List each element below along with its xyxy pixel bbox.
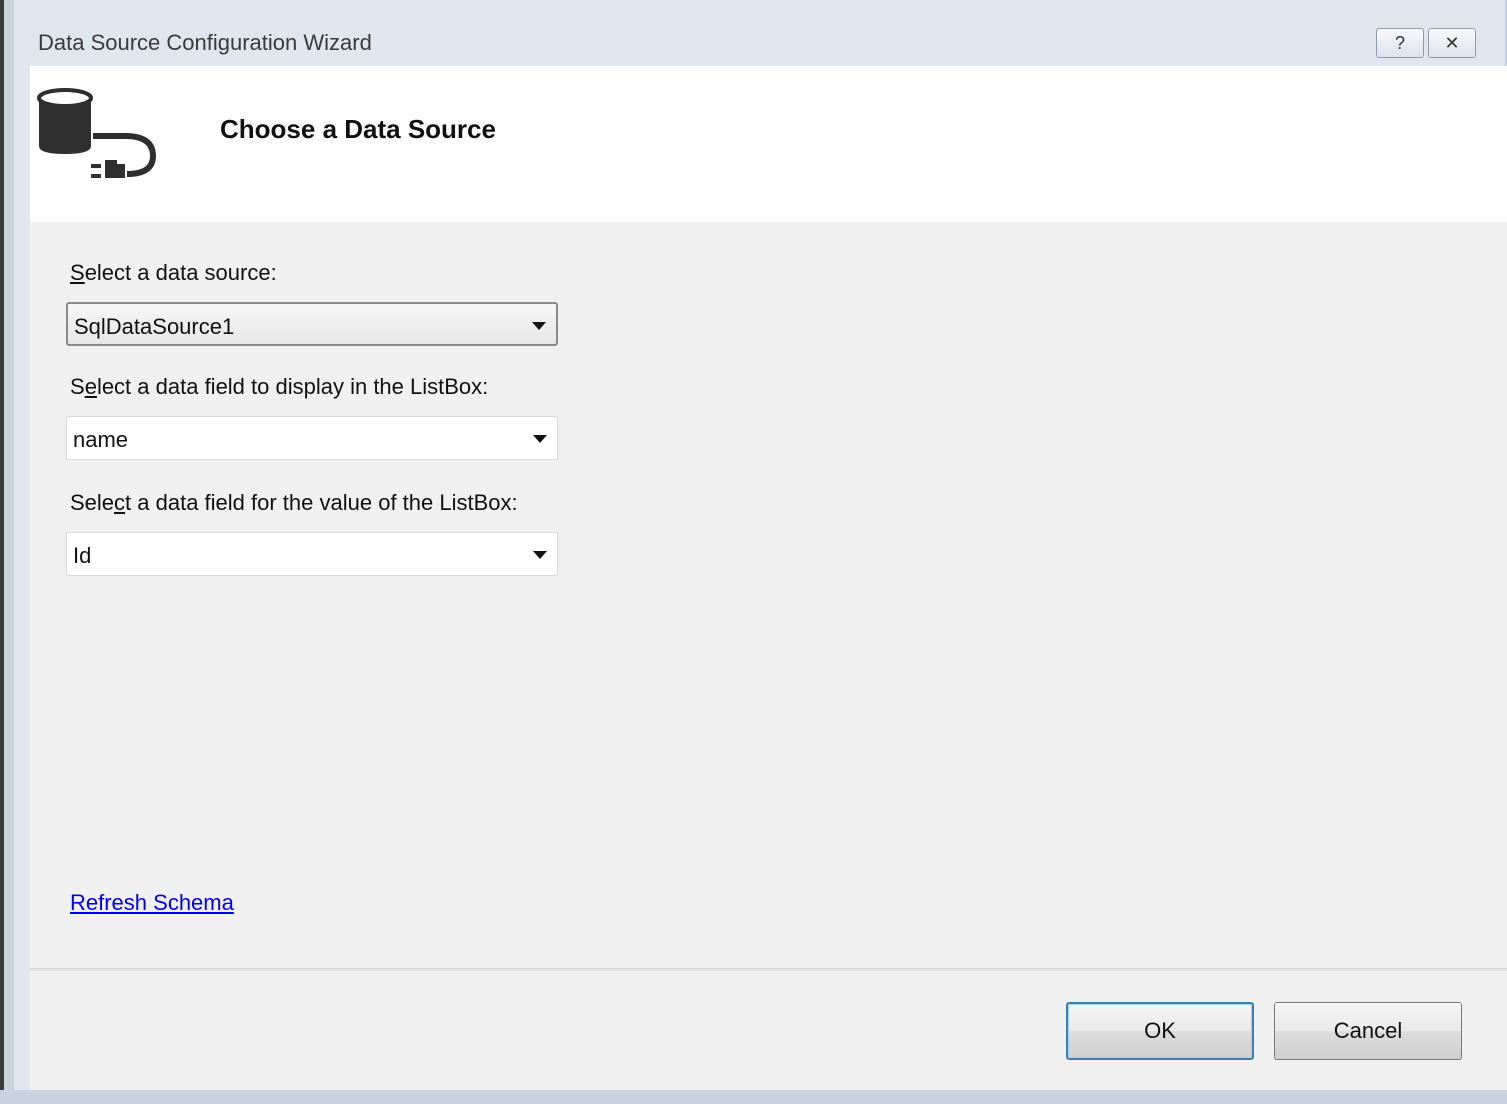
data-source-select[interactable]: SqlDataSource1 (66, 302, 558, 346)
label-text: S (70, 374, 85, 399)
close-button[interactable]: ✕ (1428, 28, 1476, 58)
wizard-content: Select a data source: SqlDataSource1 Sel… (30, 222, 1507, 1090)
label-text: t a data field for the value of the List… (125, 490, 518, 515)
value-field-select[interactable]: Id (66, 532, 558, 576)
chevron-down-icon (533, 435, 547, 443)
wizard-header: Choose a Data Source (30, 66, 1507, 222)
window-title: Data Source Configuration Wizard (38, 30, 372, 55)
access-key: S (70, 260, 85, 285)
data-source-label: Select a data source: (70, 260, 277, 286)
database-plug-icon (37, 88, 157, 178)
access-key: c (114, 490, 126, 515)
value-field-value: Id (73, 543, 92, 568)
refresh-schema-link[interactable]: Refresh Schema (70, 890, 234, 916)
data-source-value: SqlDataSource1 (74, 314, 235, 339)
help-icon: ? (1394, 32, 1405, 53)
access-key: e (84, 374, 97, 399)
label-text: elect a data source: (84, 260, 277, 285)
title-bar: Data Source Configuration Wizard ? ✕ (14, 0, 1505, 66)
close-icon: ✕ (1444, 32, 1460, 53)
wizard-dialog: Data Source Configuration Wizard ? ✕ Cho… (0, 0, 1507, 1104)
display-field-value: name (73, 427, 129, 452)
ok-button[interactable]: OK (1066, 1002, 1254, 1060)
help-button[interactable]: ? (1376, 28, 1424, 58)
cancel-button-label: Cancel (1333, 1018, 1403, 1043)
label-text: Sele (70, 490, 115, 515)
value-field-label: Select a data field for the value of the… (70, 490, 518, 516)
chevron-down-icon (532, 322, 546, 330)
divider (30, 968, 1507, 971)
label-text: lect a data field to display in the List… (96, 374, 489, 399)
ok-button-label: OK (1144, 1018, 1176, 1043)
cancel-button[interactable]: Cancel (1274, 1002, 1462, 1060)
chevron-down-icon (533, 551, 547, 559)
display-field-label: Select a data field to display in the Li… (70, 374, 488, 400)
page-title: Choose a Data Source (220, 114, 496, 144)
display-field-select[interactable]: name (66, 416, 558, 460)
